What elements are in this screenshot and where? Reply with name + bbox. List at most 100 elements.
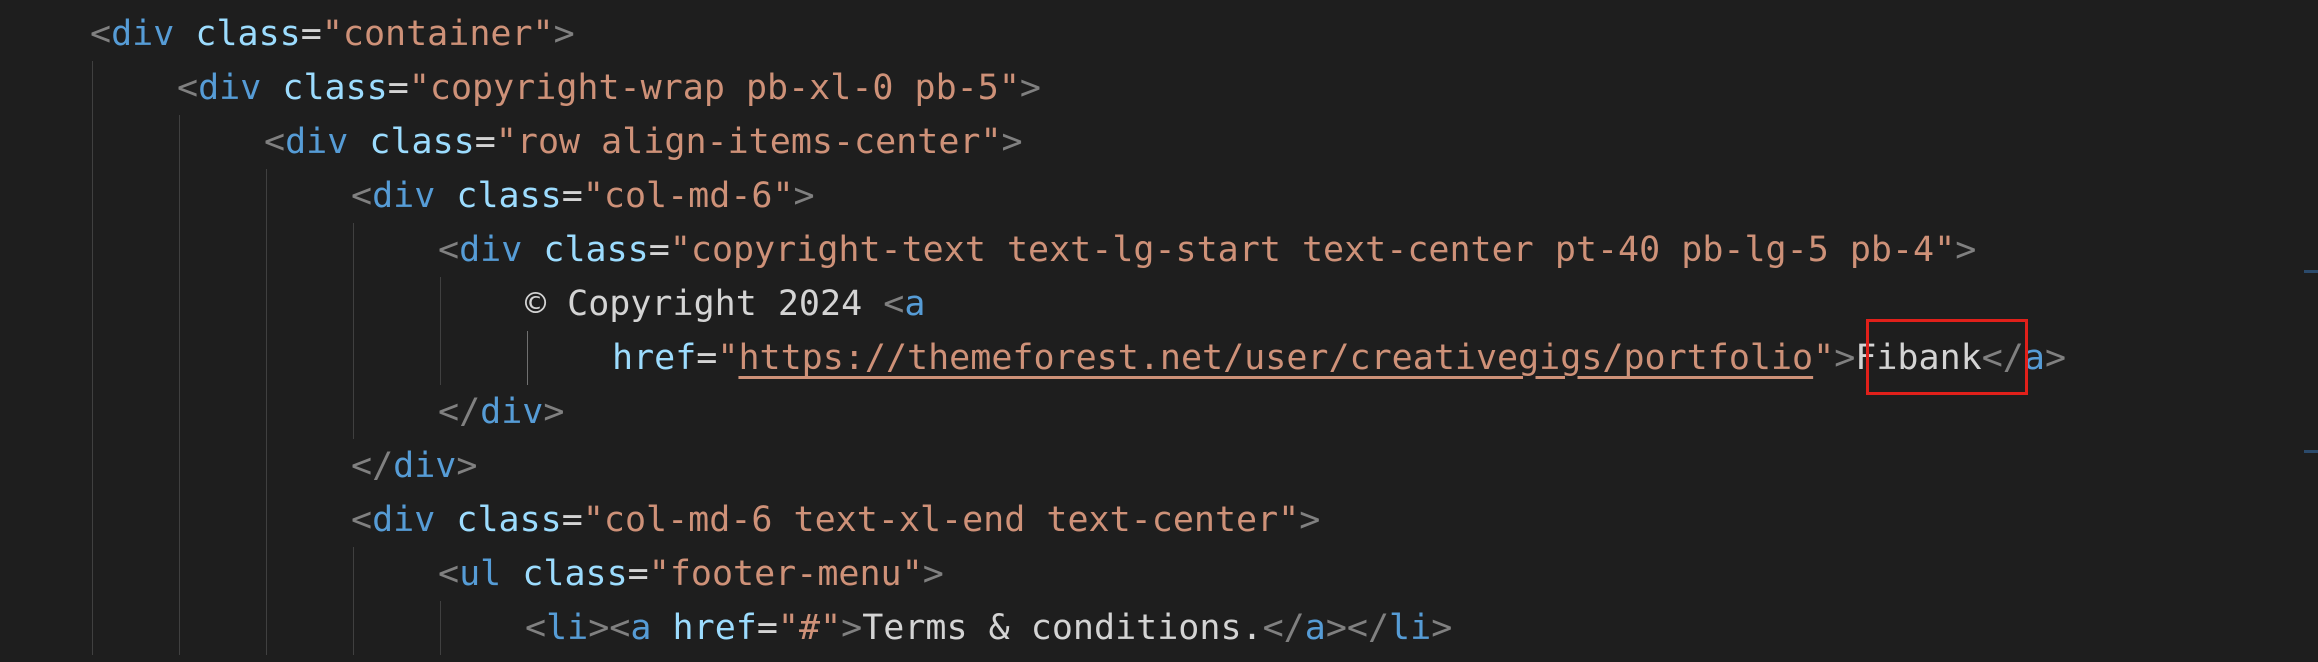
code-line: <li><a href="#">Terms & conditions.</a><… bbox=[525, 601, 1452, 655]
code-token: = bbox=[561, 176, 583, 216]
indent-guide bbox=[440, 277, 441, 385]
code-token: "container" bbox=[321, 14, 554, 54]
code-token: = bbox=[627, 554, 649, 594]
code-line: <ul class="footer-menu"> bbox=[438, 547, 944, 601]
code-token: href bbox=[672, 608, 757, 648]
scrollbar-marker bbox=[2304, 450, 2318, 453]
code-token: div bbox=[111, 14, 175, 54]
code-token: = bbox=[696, 338, 718, 378]
code-token: "row align-items-center" bbox=[495, 122, 1002, 162]
code-token: > bbox=[1834, 338, 1856, 378]
indent-guide bbox=[440, 601, 441, 655]
highlight-box bbox=[1866, 319, 2028, 395]
code-token: < bbox=[264, 122, 286, 162]
code-token: = bbox=[756, 608, 778, 648]
scrollbar-marker bbox=[2304, 270, 2318, 273]
code-token: ul bbox=[459, 554, 502, 594]
code-token: </ bbox=[1262, 608, 1305, 648]
code-line: </div> bbox=[351, 439, 477, 493]
code-token: div bbox=[285, 122, 349, 162]
code-line: <div class="copyright-text text-lg-start… bbox=[438, 223, 1976, 277]
code-editor[interactable]: <div class="container"> <div class="copyr… bbox=[0, 0, 2318, 662]
code-token: > bbox=[456, 446, 478, 486]
code-token: < bbox=[438, 230, 460, 270]
code-token: " bbox=[717, 338, 739, 378]
code-token: Terms & conditions. bbox=[862, 608, 1263, 648]
code-token: a bbox=[1304, 608, 1326, 648]
code-token: = bbox=[387, 68, 409, 108]
code-token: > bbox=[1955, 230, 1977, 270]
indent-guide bbox=[266, 169, 267, 655]
code-line: href="https://themeforest.net/user/creat… bbox=[612, 331, 2066, 385]
code-token: "col-md-6" bbox=[582, 176, 794, 216]
indent-guide bbox=[353, 223, 354, 439]
code-token: < bbox=[90, 14, 112, 54]
code-token: "col-md-6 text-xl-end text-center" bbox=[582, 500, 1300, 540]
code-token: class bbox=[456, 176, 562, 216]
indent-guide bbox=[179, 115, 180, 655]
code-token: a bbox=[904, 284, 926, 324]
code-line: <div class="col-md-6"> bbox=[351, 169, 815, 223]
code-token: = bbox=[300, 14, 322, 54]
code-token: class bbox=[195, 14, 301, 54]
code-token: "copyright-wrap pb-xl-0 pb-5" bbox=[408, 68, 1020, 108]
code-token: </ bbox=[351, 446, 394, 486]
code-token: class bbox=[522, 554, 628, 594]
code-line: <div class="container"> bbox=[90, 7, 575, 61]
code-token: < bbox=[351, 176, 373, 216]
code-token: href bbox=[612, 338, 697, 378]
code-token: = bbox=[561, 500, 583, 540]
code-token: > bbox=[793, 176, 815, 216]
code-token: = bbox=[474, 122, 496, 162]
code-token: div bbox=[459, 230, 523, 270]
code-line: <div class="col-md-6 text-xl-end text-ce… bbox=[351, 493, 1320, 547]
code-token: > bbox=[543, 392, 565, 432]
code-token: class bbox=[369, 122, 475, 162]
code-token: < bbox=[525, 608, 547, 648]
indent-guide bbox=[527, 331, 528, 385]
code-token: class bbox=[543, 230, 649, 270]
code-token: class bbox=[282, 68, 388, 108]
code-token: < bbox=[177, 68, 199, 108]
code-token: div bbox=[480, 392, 544, 432]
indent-guide bbox=[92, 61, 93, 655]
code-token: div bbox=[372, 176, 436, 216]
code-token: li bbox=[1389, 608, 1432, 648]
code-token: > bbox=[1019, 68, 1041, 108]
code-token: div bbox=[393, 446, 457, 486]
code-token: "#" bbox=[777, 608, 842, 648]
code-token: = bbox=[648, 230, 670, 270]
code-token: div bbox=[198, 68, 262, 108]
code-token: © Copyright 2024 bbox=[525, 284, 884, 324]
code-token: > bbox=[553, 14, 575, 54]
code-token: > bbox=[841, 608, 863, 648]
code-line: <div class="row align-items-center"> bbox=[264, 115, 1023, 169]
code-token: >< bbox=[588, 608, 631, 648]
code-token: a bbox=[630, 608, 652, 648]
code-token: < bbox=[351, 500, 373, 540]
code-token: li bbox=[546, 608, 589, 648]
code-line: </div> bbox=[438, 385, 564, 439]
code-token: > bbox=[1299, 500, 1321, 540]
code-token: "copyright-text text-lg-start text-cente… bbox=[669, 230, 1956, 270]
code-token: > bbox=[2044, 338, 2067, 378]
indent-guide bbox=[353, 547, 354, 655]
code-token: div bbox=[372, 500, 436, 540]
code-token: " bbox=[1813, 338, 1835, 378]
code-token: > bbox=[1431, 608, 1453, 648]
code-token: < bbox=[883, 284, 905, 324]
code-token: "footer-menu" bbox=[648, 554, 923, 594]
code-token: class bbox=[456, 500, 562, 540]
code-token: > bbox=[1001, 122, 1023, 162]
code-token: </ bbox=[438, 392, 481, 432]
code-token: > bbox=[922, 554, 944, 594]
code-line: <div class="copyright-wrap pb-xl-0 pb-5"… bbox=[177, 61, 1041, 115]
